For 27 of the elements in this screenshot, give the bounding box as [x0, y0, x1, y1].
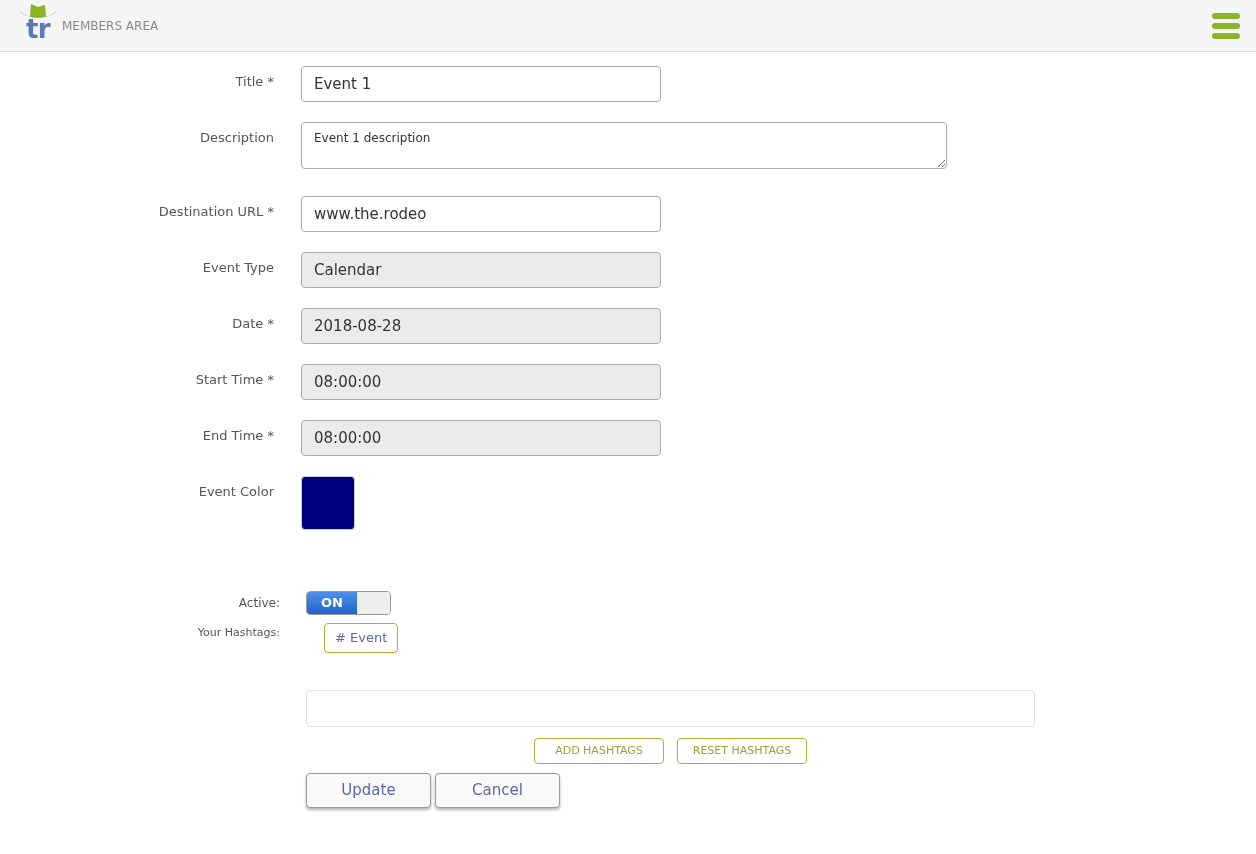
text-field[interactable]: 08:00:00: [301, 420, 661, 456]
menu-icon[interactable]: [1212, 12, 1240, 39]
cancel-button[interactable]: Cancel: [435, 773, 560, 808]
text-field[interactable]: Event 1: [301, 66, 661, 102]
logo-text: tr: [26, 15, 50, 42]
header-title: MEMBERS AREA: [62, 17, 159, 35]
active-label: Active:: [237, 595, 280, 612]
field-label: Date *: [231, 315, 274, 333]
active-toggle[interactable]: ON: [306, 591, 391, 615]
hat-logo[interactable]: tr: [16, 1, 60, 50]
hashtags-label: Your Hashtags:: [196, 625, 280, 641]
field-label: Start Time *: [194, 371, 274, 389]
hashtag-input[interactable]: [306, 690, 1035, 727]
text-field[interactable]: www.the.rodeo: [301, 196, 661, 232]
text-field[interactable]: Calendar: [301, 252, 661, 288]
color-swatch[interactable]: [301, 476, 355, 530]
text-field[interactable]: 2018-08-28: [301, 308, 661, 344]
field-label: Title *: [234, 73, 274, 91]
field-label: Destination URL *: [157, 203, 274, 221]
field-label: End Time *: [201, 427, 274, 445]
field-label: Event Color: [197, 483, 274, 501]
hashtag-chip[interactable]: # Event: [324, 623, 399, 653]
update-button[interactable]: Update: [306, 773, 431, 808]
text-field[interactable]: 08:00:00: [301, 364, 661, 400]
field-label: Description: [198, 129, 274, 147]
description-field[interactable]: Event 1 description: [301, 122, 947, 169]
field-label: Event Type: [201, 259, 274, 277]
